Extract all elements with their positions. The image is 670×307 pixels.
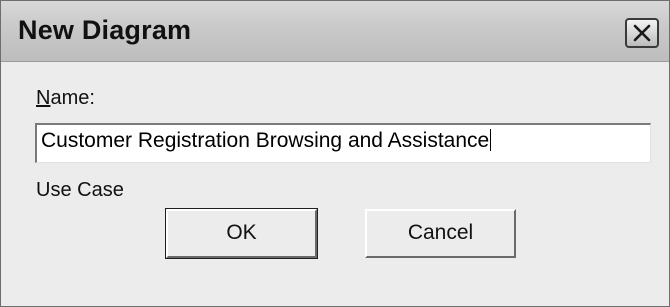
name-label-text: ame: xyxy=(50,87,95,109)
name-input-value: Customer Registration Browsing and Assis… xyxy=(41,129,490,152)
dialog-title: New Diagram xyxy=(18,15,192,45)
close-button[interactable] xyxy=(625,18,659,48)
text-caret xyxy=(490,129,492,151)
name-label-mnemonic: N xyxy=(36,87,51,109)
title-bar[interactable]: New Diagram xyxy=(1,1,669,62)
cancel-button[interactable]: Cancel xyxy=(365,209,516,258)
ok-button[interactable]: OK xyxy=(165,208,318,259)
diagram-type-label: Use Case xyxy=(36,179,124,201)
name-label: Name: xyxy=(36,87,95,110)
new-diagram-dialog: New Diagram Name: Customer Registration … xyxy=(0,0,670,307)
close-icon xyxy=(633,24,651,42)
name-input[interactable]: Customer Registration Browsing and Assis… xyxy=(35,123,651,163)
